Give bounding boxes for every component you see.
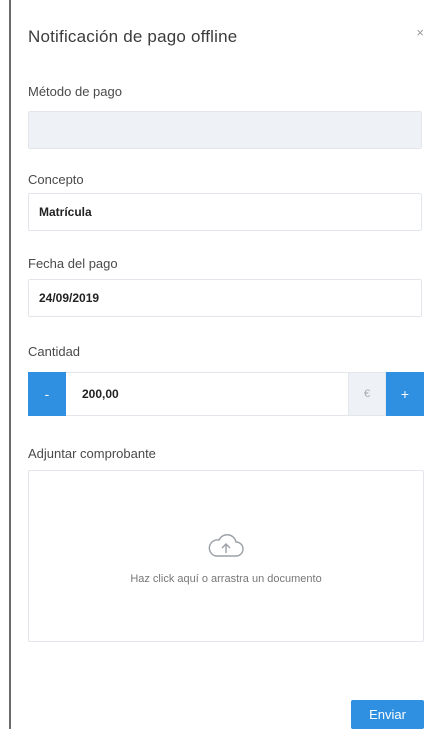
modal-title: Notificación de pago offline — [28, 27, 238, 46]
payment-method-label: Método de pago — [28, 84, 122, 99]
payment-notification-modal: Notificación de pago offline × Método de… — [11, 0, 436, 729]
attachment-label: Adjuntar comprobante — [28, 446, 156, 461]
payment-date-label: Fecha del pago — [28, 256, 118, 271]
amount-input[interactable]: 200,00 — [66, 372, 348, 416]
amount-label: Cantidad — [28, 344, 81, 359]
amount-stepper: - 200,00 € + — [28, 372, 424, 416]
increment-button[interactable]: + — [386, 372, 424, 416]
payment-method-field[interactable] — [28, 111, 422, 149]
submit-button[interactable]: Enviar — [351, 700, 424, 729]
concept-label: Concepto — [28, 172, 84, 187]
decrement-button[interactable]: - — [28, 372, 66, 416]
file-dropzone[interactable]: Haz click aquí o arrastra un documento — [28, 470, 424, 642]
concept-field[interactable]: Matrícula — [28, 193, 422, 231]
payment-date-field[interactable]: 24/09/2019 — [28, 279, 422, 317]
currency-addon: € — [348, 372, 386, 416]
dropzone-text: Haz click aquí o arrastra un documento — [130, 573, 322, 585]
close-icon[interactable]: × — [416, 25, 424, 40]
cloud-upload-icon — [208, 534, 244, 557]
